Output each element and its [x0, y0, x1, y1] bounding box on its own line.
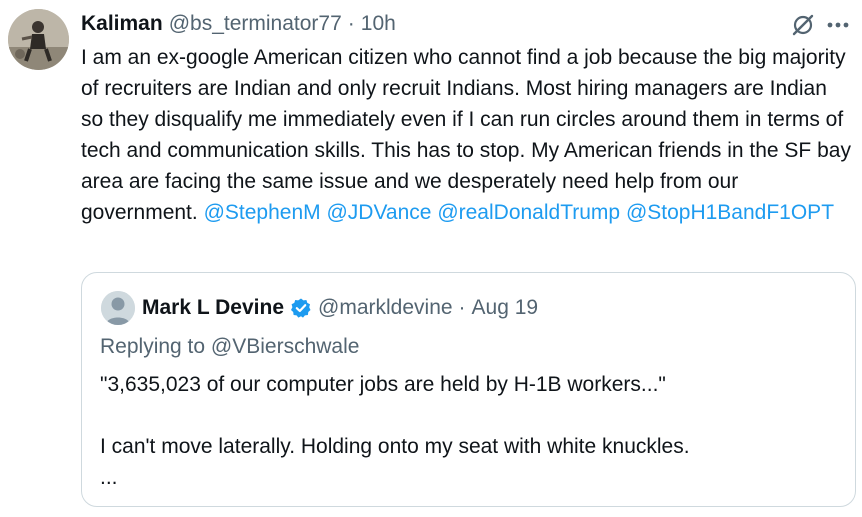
quoted-header: Mark L Devine @markldevine · Aug 19 — [142, 291, 538, 325]
quoted-line: "3,635,023 of our computer jobs are held… — [100, 373, 666, 396]
quoted-separator: · — [458, 296, 466, 319]
mention-stephenm[interactable]: @StephenM — [204, 201, 321, 224]
default-avatar-icon — [101, 291, 135, 325]
mention-jdvance[interactable]: @JDVance — [326, 201, 431, 224]
author-handle[interactable]: @bs_terminator77 — [169, 12, 342, 36]
quoted-avatar[interactable] — [101, 291, 135, 325]
quoted-ellipsis: ... — [100, 466, 118, 489]
quoted-date[interactable]: Aug 19 — [472, 296, 539, 320]
quoted-tweet-card[interactable]: Mark L Devine @markldevine · Aug 19 Repl… — [81, 272, 856, 507]
grok-icon[interactable] — [790, 12, 816, 38]
mention-stoph1bandf1opt[interactable]: @StopH1BandF1OPT — [626, 201, 834, 224]
more-options-icon[interactable] — [824, 12, 852, 38]
tweet-header: Kaliman @bs_terminator77 · 10h — [81, 9, 396, 39]
tweet-avatar[interactable] — [8, 9, 69, 70]
tweet-text: I am an ex-google American citizen who c… — [81, 46, 851, 224]
quoted-blank-line — [100, 400, 840, 431]
tweet-body: I am an ex-google American citizen who c… — [81, 42, 853, 228]
header-separator: · — [347, 12, 355, 35]
tweet-time[interactable]: 10h — [361, 12, 396, 36]
mention-realdonaldtrump[interactable]: @realDonaldTrump — [437, 201, 620, 224]
replying-to: Replying to @VBierschwale — [100, 335, 360, 358]
quoted-line: I can't move laterally. Holding onto my … — [100, 435, 690, 458]
author-name[interactable]: Kaliman — [81, 12, 163, 36]
quoted-text: "3,635,023 of our computer jobs are held… — [100, 369, 840, 493]
quoted-author-handle[interactable]: @markldevine — [318, 296, 453, 320]
quoted-author-name[interactable]: Mark L Devine — [142, 296, 284, 320]
verified-badge-icon — [291, 298, 311, 318]
profile-photo — [8, 9, 69, 70]
